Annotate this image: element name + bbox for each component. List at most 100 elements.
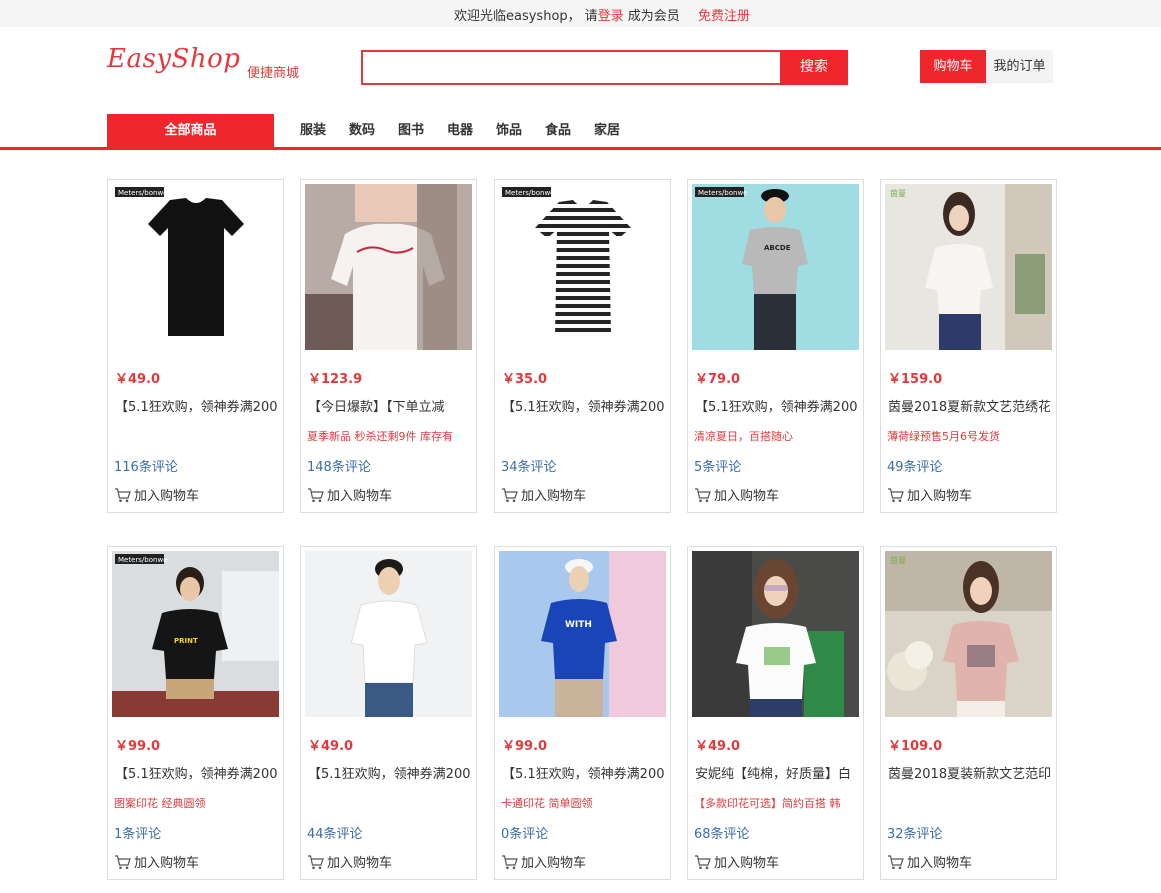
add-to-cart-button[interactable]: 加入购物车	[114, 485, 199, 504]
product-image[interactable]: Meters/bonwe	[499, 184, 666, 350]
product-card[interactable]: WITH ￥99.0 【5.1狂欢购，领神券满200 卡通印花 简单圆领 0条评…	[494, 546, 671, 880]
product-image[interactable]: WITH	[499, 551, 666, 717]
product-card[interactable]: 茵曼 ￥159.0 茵曼2018夏新款文艺范绣花 薄荷绿预售5月6号发货 49条…	[880, 179, 1057, 513]
product-card[interactable]: Meters/bonwe ￥35.0 【5.1狂欢购，领神券满200 34条评论…	[494, 179, 671, 513]
product-price: ￥35.0	[502, 372, 548, 387]
product-card[interactable]: ￥49.0 安妮纯【纯棉，好质量】白 【多款印花可选】简约百搭 韩 68条评论 …	[687, 546, 864, 880]
cart-icon	[308, 488, 324, 503]
add-to-cart-button[interactable]: 加入购物车	[307, 485, 392, 504]
product-card[interactable]: 茵曼 ￥109.0 茵曼2018夏装新款文艺范印 32条评论 加入购物车	[880, 546, 1057, 880]
add-to-cart-label: 加入购物车	[327, 489, 393, 504]
product-card[interactable]: Meters/bonwe ABCDE ￥79.0 【5.1狂欢购，领神券满200…	[687, 179, 864, 513]
add-to-cart-button[interactable]: 加入购物车	[887, 852, 972, 871]
product-image[interactable]	[305, 551, 472, 717]
search-box	[361, 50, 780, 85]
nav-item-digital[interactable]: 数码	[349, 114, 375, 147]
product-title[interactable]: 【5.1狂欢购，领神券满200	[115, 396, 277, 415]
welcome-message: 欢迎光临easyshop，	[454, 9, 581, 24]
product-card[interactable]: ￥49.0 【5.1狂欢购，领神券满200 44条评论 加入购物车	[300, 546, 477, 880]
product-title[interactable]: 【5.1狂欢购，领神券满200	[502, 763, 664, 782]
product-image[interactable]	[692, 551, 859, 717]
product-reviews[interactable]: 148条评论	[307, 456, 371, 475]
cart-icon	[695, 488, 711, 503]
product-reviews[interactable]: 32条评论	[887, 823, 943, 842]
product-image[interactable]: Meters/bonwe	[112, 184, 279, 350]
please-text: 请	[584, 9, 598, 24]
nav-all-products[interactable]: 全部商品	[107, 114, 274, 147]
product-card[interactable]: Meters/bonwe PRINT ￥99.0 【5.1狂欢购，领神券满200…	[107, 546, 284, 880]
product-image[interactable]: 茵曼	[885, 184, 1052, 350]
product-price: ￥49.0	[695, 739, 741, 754]
striped-tshirt-image: Meters/bonwe	[499, 184, 666, 350]
product-promo: 图案印花 经典圆领	[114, 797, 206, 810]
product-price: ￥159.0	[888, 372, 943, 387]
register-link[interactable]: 免费注册	[698, 5, 750, 24]
add-to-cart-button[interactable]: 加入购物车	[694, 852, 779, 871]
nav-item-appliances[interactable]: 电器	[447, 114, 473, 147]
my-orders-button[interactable]: 我的订单	[986, 50, 1053, 83]
man-blue-tshirt-image: WITH	[499, 551, 666, 717]
nav-item-clothing[interactable]: 服装	[300, 114, 326, 147]
add-to-cart-button[interactable]: 加入购物车	[501, 485, 586, 504]
brand-tag-text: Meters/bonwe	[698, 189, 747, 197]
add-to-cart-button[interactable]: 加入购物车	[114, 852, 199, 871]
add-to-cart-button[interactable]: 加入购物车	[887, 485, 972, 504]
product-title[interactable]: 【5.1狂欢购，领神券满200	[695, 396, 857, 415]
product-price: ￥79.0	[695, 372, 741, 387]
product-title[interactable]: 【5.1狂欢购，领神券满200	[502, 396, 664, 415]
add-to-cart-label: 加入购物车	[521, 489, 587, 504]
product-reviews[interactable]: 68条评论	[694, 823, 750, 842]
brand-tag-text: Meters/bonwe	[505, 189, 554, 197]
product-card[interactable]: Meters/bonwe ￥49.0 【5.1狂欢购，领神券满200 116条评…	[107, 179, 284, 513]
product-title[interactable]: 安妮纯【纯棉，好质量】白	[695, 763, 857, 782]
woman-sunglasses-tshirt-image	[692, 551, 859, 717]
nav-divider	[0, 147, 1161, 150]
cart-icon	[888, 855, 904, 870]
nav-item-food[interactable]: 食品	[545, 114, 571, 147]
product-promo: 薄荷绿预售5月6号发货	[887, 430, 1000, 443]
cart-icon	[308, 855, 324, 870]
search-button[interactable]: 搜索	[780, 50, 848, 85]
nav-item-books[interactable]: 图书	[398, 114, 424, 147]
product-reviews[interactable]: 5条评论	[694, 456, 741, 475]
brand-tag-text: Meters/bonwe	[118, 556, 167, 564]
product-promo: 【多款印花可选】简约百搭 韩	[694, 797, 841, 810]
nav-item-accessories[interactable]: 饰品	[496, 114, 522, 147]
add-to-cart-label: 加入购物车	[907, 489, 973, 504]
cart-button[interactable]: 购物车	[920, 50, 986, 83]
product-price: ￥109.0	[888, 739, 943, 754]
product-title[interactable]: 茵曼2018夏新款文艺范绣花	[888, 396, 1050, 415]
search-input[interactable]	[363, 52, 780, 83]
login-link[interactable]: 登录	[598, 9, 624, 24]
nav-item-home[interactable]: 家居	[594, 114, 620, 147]
product-reviews[interactable]: 44条评论	[307, 823, 363, 842]
svg-text:WITH: WITH	[565, 620, 592, 630]
brand-tag-text: 茵曼	[890, 555, 906, 565]
product-image[interactable]: 茵曼	[885, 551, 1052, 717]
product-reviews[interactable]: 0条评论	[501, 823, 548, 842]
product-card[interactable]: ￥123.9 【今日爆款】【下单立减 夏季新品 秒杀还剩9件 库存有 148条评…	[300, 179, 477, 513]
product-reviews[interactable]: 1条评论	[114, 823, 161, 842]
product-reviews[interactable]: 34条评论	[501, 456, 557, 475]
add-to-cart-label: 加入购物车	[714, 489, 780, 504]
product-title[interactable]: 【5.1狂欢购，领神券满200	[308, 763, 470, 782]
product-reviews[interactable]: 49条评论	[887, 456, 943, 475]
add-to-cart-label: 加入购物车	[134, 489, 200, 504]
add-to-cart-button[interactable]: 加入购物车	[694, 485, 779, 504]
product-title[interactable]: 【今日爆款】【下单立减	[308, 396, 470, 415]
product-title[interactable]: 茵曼2018夏装新款文艺范印	[888, 763, 1050, 782]
cart-icon	[695, 855, 711, 870]
man-grey-tshirt-image: Meters/bonwe ABCDE	[692, 184, 859, 350]
product-title[interactable]: 【5.1狂欢购，领神券满200	[115, 763, 277, 782]
product-price: ￥49.0	[308, 739, 354, 754]
product-promo: 卡通印花 简单圆领	[501, 797, 593, 810]
add-to-cart-label: 加入购物车	[327, 856, 393, 871]
add-to-cart-label: 加入购物车	[521, 856, 587, 871]
add-to-cart-button[interactable]: 加入购物车	[501, 852, 586, 871]
site-logo[interactable]: EasyShop	[107, 44, 240, 74]
add-to-cart-button[interactable]: 加入购物车	[307, 852, 392, 871]
product-image[interactable]	[305, 184, 472, 350]
product-image[interactable]: Meters/bonwe ABCDE	[692, 184, 859, 350]
product-image[interactable]: Meters/bonwe PRINT	[112, 551, 279, 717]
product-reviews[interactable]: 116条评论	[114, 456, 178, 475]
